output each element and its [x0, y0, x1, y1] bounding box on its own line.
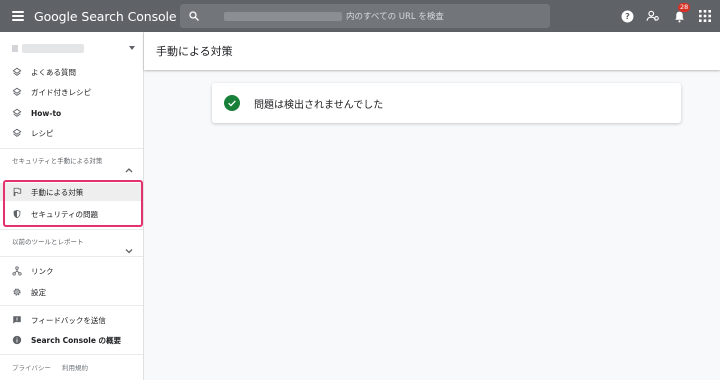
sidebar-item-recipes[interactable]: レシピ	[0, 124, 143, 142]
search-icon	[189, 11, 199, 21]
sidebar-item-label: セキュリティの問題	[31, 209, 99, 219]
sidebar-item-label: フィードバックを送信	[31, 315, 106, 325]
section-title: 以前のツールとレポート	[12, 238, 84, 246]
layers-icon	[12, 108, 22, 118]
page-header: 手動による対策	[144, 32, 720, 70]
check-circle-icon	[224, 95, 240, 111]
sidebar-item-label: Search Console の概要	[31, 335, 122, 345]
sidebar-footer: プライバシー 利用規約	[12, 362, 97, 372]
chevron-down-icon	[129, 46, 135, 50]
flag-icon	[12, 187, 22, 197]
status-message: 問題は検出されませんでした	[254, 99, 384, 111]
svg-text:?: ?	[625, 11, 630, 21]
sidebar-divider	[0, 256, 143, 257]
info-icon	[12, 335, 22, 345]
app-title[interactable]: Google Search Console	[34, 9, 177, 24]
sidebar-divider	[0, 148, 143, 149]
sidebar-divider	[0, 354, 143, 355]
layers-icon	[12, 128, 22, 138]
sidebar-item-label: レシピ	[31, 128, 54, 138]
sidebar-item-label: リンク	[31, 266, 54, 276]
shield-icon	[12, 209, 22, 219]
sidebar-item-links[interactable]: リンク	[0, 262, 143, 280]
top-app-bar: Google Search Console 内のすべての URL を検査 ? 2…	[0, 0, 720, 32]
notification-count-badge: 28	[678, 3, 691, 12]
sidebar-item-label: 設定	[31, 287, 46, 297]
manage-users-icon[interactable]	[646, 9, 660, 23]
sidebar-item-security-issues[interactable]: セキュリティの問題	[0, 205, 143, 223]
privacy-link[interactable]: プライバシー	[12, 364, 51, 372]
search-bar[interactable]: 内のすべての URL を検査	[180, 4, 550, 28]
status-card: 問題は検出されませんでした	[212, 83, 681, 123]
search-input-placeholder[interactable]: 内のすべての URL を検査	[346, 10, 444, 22]
sidebar-item-guided-recipes[interactable]: ガイド付きレシピ	[0, 83, 143, 101]
property-favicon-redacted	[12, 44, 18, 52]
section-security-manual-actions[interactable]: セキュリティと手動による対策	[0, 156, 143, 178]
notifications-icon[interactable]: 28	[672, 3, 691, 23]
layers-icon	[12, 67, 22, 77]
chevron-up-icon	[125, 158, 133, 177]
gear-icon	[12, 287, 22, 297]
sidebar-item-manual-actions[interactable]: 手動による対策	[0, 183, 143, 201]
sidebar-item-settings[interactable]: 設定	[0, 283, 143, 301]
property-selector[interactable]	[0, 32, 143, 64]
help-icon[interactable]: ?	[620, 9, 634, 23]
terms-link[interactable]: 利用規約	[62, 364, 88, 372]
links-icon	[12, 266, 22, 276]
sidebar-item-label: よくある質問	[31, 67, 76, 77]
sidebar: よくある質問 ガイド付きレシピ How-to レシピ セキュリティと手動による対…	[0, 32, 144, 380]
layers-icon	[12, 87, 22, 97]
page-title: 手動による対策	[156, 45, 233, 58]
sidebar-item-feedback[interactable]: フィードバックを送信	[0, 311, 143, 329]
sidebar-divider	[0, 229, 143, 230]
section-legacy-tools[interactable]: 以前のツールとレポート	[0, 237, 143, 254]
sidebar-item-overview[interactable]: Search Console の概要	[0, 331, 143, 349]
sidebar-item-label: ガイド付きレシピ	[31, 87, 91, 97]
sidebar-divider	[0, 305, 143, 306]
search-property-redacted	[224, 11, 342, 21]
property-name-redacted	[22, 43, 84, 53]
sidebar-item-label: 手動による対策	[31, 187, 84, 197]
feedback-icon	[12, 315, 22, 325]
apps-grid-icon[interactable]	[698, 9, 712, 23]
sidebar-item-faq[interactable]: よくある質問	[0, 63, 143, 81]
section-title: セキュリティと手動による対策	[12, 157, 103, 165]
sidebar-item-howto[interactable]: How-to	[0, 104, 143, 122]
menu-icon[interactable]	[12, 11, 24, 21]
sidebar-item-label: How-to	[31, 108, 62, 118]
